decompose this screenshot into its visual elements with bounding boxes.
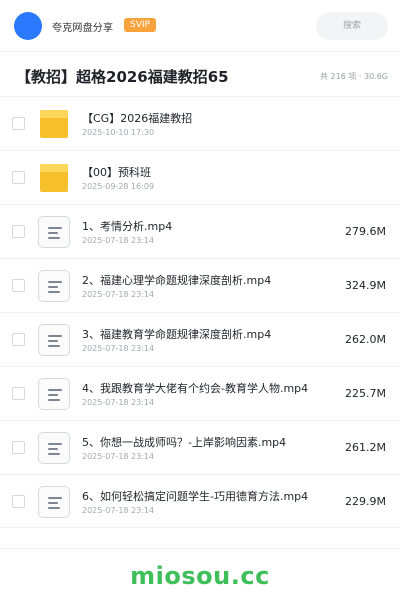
video-file-icon — [38, 486, 70, 518]
select-checkbox[interactable] — [12, 117, 25, 130]
item-size: 324.9M — [345, 279, 386, 292]
divider — [0, 548, 400, 549]
item-name[interactable]: 6、如何轻松搞定问题学生-巧用德育方法.mp4 — [82, 488, 308, 504]
select-checkbox[interactable] — [12, 495, 25, 508]
item-date: 2025-07-18 23:14 — [82, 452, 155, 461]
file-row[interactable]: 2、福建心理学命题规律深度剖析.mp4 2025-07-18 23:14 324.9… — [0, 258, 400, 312]
title-row: 【教招】超格2026福建教招65 共 216 项 · 30.6G — [0, 62, 400, 92]
item-name[interactable]: 3、福建教育学命题规律深度剖析.mp4 — [82, 326, 271, 342]
item-size: 261.2M — [345, 441, 386, 454]
video-file-icon — [38, 324, 70, 356]
item-size: 229.9M — [345, 495, 386, 508]
video-file-icon — [38, 432, 70, 464]
svip-badge: SVIP — [124, 18, 156, 32]
item-date: 2025-07-18 23:14 — [82, 344, 155, 353]
folder-icon — [38, 108, 70, 140]
item-date: 2025-09-28 16:09 — [82, 182, 155, 191]
folder-row[interactable]: 【00】预科班 2025-09-28 16:09 — [0, 150, 400, 204]
item-date: 2025-07-18 23:14 — [82, 236, 155, 245]
folder-icon — [38, 162, 70, 194]
item-size: 225.7M — [345, 387, 386, 400]
file-row[interactable]: 3、福建教育学命题规律深度剖析.mp4 2025-07-18 23:14 262.0… — [0, 312, 400, 366]
item-summary: 共 216 项 · 30.6G — [320, 72, 388, 81]
select-checkbox[interactable] — [12, 333, 25, 346]
page-title: 【教招】超格2026福建教招65 — [16, 68, 229, 86]
file-row[interactable]: 4、我跟教育学大佬有个约会-教育学人物.mp4 2025-07-18 23:14 2… — [0, 366, 400, 420]
select-checkbox[interactable] — [12, 171, 25, 184]
watermark: miosou.cc — [130, 562, 270, 590]
item-name[interactable]: 【00】预科班 — [82, 164, 151, 180]
search-input[interactable] — [316, 12, 388, 40]
folder-row[interactable]: 【CG】2026福建教招 2025-10-10 17:30 — [0, 96, 400, 150]
item-name[interactable]: 1、考情分析.mp4 — [82, 218, 172, 234]
file-row[interactable]: 6、如何轻松搞定问题学生-巧用德育方法.mp4 2025-07-18 23:14 2… — [0, 474, 400, 528]
item-size: 262.0M — [345, 333, 386, 346]
item-size: 279.6M — [345, 225, 386, 238]
video-file-icon — [38, 270, 70, 302]
select-checkbox[interactable] — [12, 441, 25, 454]
item-date: 2025-07-18 23:14 — [82, 506, 155, 515]
app-header: 夸克网盘分享 SVIP — [0, 0, 400, 52]
video-file-icon — [38, 216, 70, 248]
video-file-icon — [38, 378, 70, 410]
item-date: 2025-07-18 23:14 — [82, 398, 155, 407]
file-list: 【CG】2026福建教招 2025-10-10 17:30 【00】预科班 2025-… — [0, 96, 400, 528]
item-name[interactable]: 【CG】2026福建教招 — [82, 110, 192, 126]
item-name[interactable]: 5、你想一战成师吗？-上岸影响因素.mp4 — [82, 434, 286, 450]
file-row[interactable]: 5、你想一战成师吗？-上岸影响因素.mp4 2025-07-18 23:14 261… — [0, 420, 400, 474]
brand-name: 夸克网盘分享 — [52, 23, 114, 34]
select-checkbox[interactable] — [12, 225, 25, 238]
file-row[interactable]: 1、考情分析.mp4 2025-07-18 23:14 279.6M — [0, 204, 400, 258]
item-date: 2025-07-18 23:14 — [82, 290, 155, 299]
item-name[interactable]: 2、福建心理学命题规律深度剖析.mp4 — [82, 272, 271, 288]
select-checkbox[interactable] — [12, 387, 25, 400]
select-checkbox[interactable] — [12, 279, 25, 292]
item-name[interactable]: 4、我跟教育学大佬有个约会-教育学人物.mp4 — [82, 380, 308, 396]
avatar[interactable] — [14, 12, 42, 40]
item-date: 2025-10-10 17:30 — [82, 128, 155, 137]
